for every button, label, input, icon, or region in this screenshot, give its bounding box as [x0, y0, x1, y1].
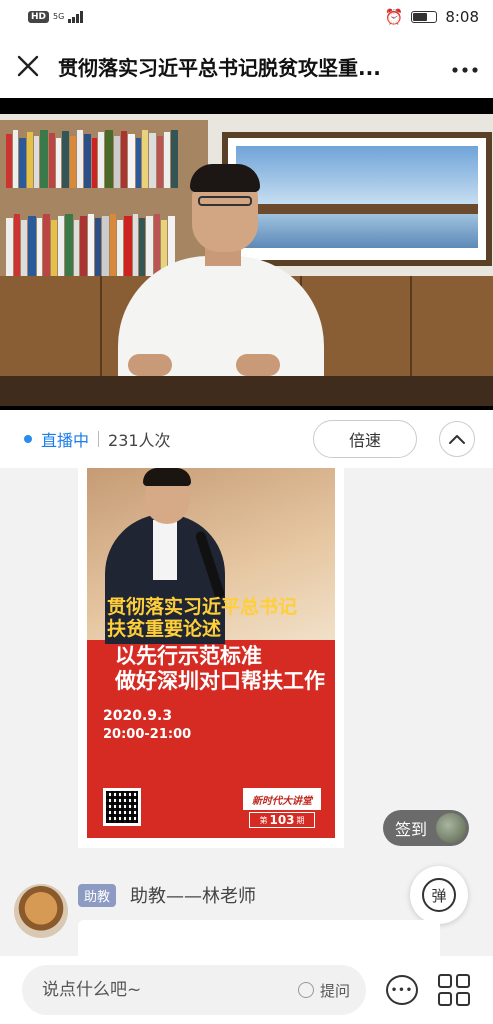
sender-name: 助教——林老师 — [130, 886, 256, 907]
poster-subheadline: 以先行示范标准 做好深圳对口帮扶工作 — [99, 644, 327, 694]
video-player[interactable] — [0, 98, 493, 410]
chat-content[interactable]: 贯彻落实习近平总书记 扶贫重要论述 以先行示范标准 做好深圳对口帮扶工作 202… — [0, 468, 493, 956]
program-logo: 新时代大讲堂 第 103 期 — [243, 788, 321, 828]
ask-label: 提问 — [319, 981, 350, 1000]
issue-suffix: 期 — [296, 815, 305, 825]
landscape-painting — [222, 132, 492, 266]
issue-prefix: 第 — [259, 815, 268, 825]
close-button[interactable] — [14, 52, 42, 80]
live-info-bar: 直播中 231人次 倍速 — [0, 410, 493, 468]
radio-icon[interactable] — [297, 982, 314, 998]
signal-icon — [68, 11, 84, 23]
poster-card[interactable]: 贯彻落实习近平总书记 扶贫重要论述 以先行示范标准 做好深圳对口帮扶工作 202… — [78, 468, 344, 848]
poster-time: 20:00-21:00 — [103, 727, 192, 742]
event-poster: 贯彻落实习近平总书记 扶贫重要论述 以先行示范标准 做好深圳对口帮扶工作 202… — [87, 468, 335, 838]
playback-speed-button[interactable]: 倍速 — [313, 420, 417, 458]
status-left: HD 5G — [28, 11, 84, 23]
live-status: 直播中 — [41, 431, 90, 450]
grid-icon — [438, 974, 452, 988]
close-icon — [17, 55, 39, 77]
battery-icon — [411, 11, 438, 23]
poster-headline: 贯彻落实习近平总书记 扶贫重要论述 — [99, 596, 327, 640]
message-bubble — [78, 920, 440, 956]
live-indicator-icon — [24, 435, 32, 443]
comment-input[interactable] — [42, 980, 252, 1000]
chat-message: 助教 助教——林老师 — [14, 882, 493, 956]
more-features-button[interactable] — [438, 974, 470, 1006]
divider — [98, 431, 100, 447]
poster-subheadline-line2: 做好深圳对口帮扶工作 — [115, 669, 325, 693]
checkin-label: 签到 — [395, 820, 428, 839]
ask-question-toggle[interactable]: 提问 — [297, 980, 350, 1001]
poster-date: 2020.9.3 — [103, 708, 173, 724]
role-badge: 助教 — [78, 884, 117, 907]
issue-badge: 第 103 期 — [249, 812, 315, 828]
viewer-count: 231人次 — [108, 431, 171, 450]
checkin-avatar — [436, 813, 466, 843]
collapse-button[interactable] — [439, 421, 475, 457]
poster-headline-line1: 贯彻落实习近平总书记 — [107, 596, 298, 618]
poster-subheadline-line1: 以先行示范标准 — [115, 644, 262, 668]
page-title: 贯彻落实习近平总书记脱贫攻坚重... — [58, 55, 381, 80]
chat-bubble-icon: ••• — [390, 984, 414, 996]
more-button[interactable] — [451, 52, 479, 80]
qr-code-icon — [103, 788, 141, 826]
avatar[interactable] — [14, 884, 68, 938]
comment-input-box[interactable]: 提问 — [22, 965, 366, 1015]
poster-headline-line2: 扶贫重要论述 — [107, 618, 222, 640]
alarm-icon: ⏰ — [384, 8, 404, 26]
more-icon — [452, 67, 478, 73]
status-bar: HD 5G ⏰ 8:08 — [0, 0, 493, 34]
network-type: 5G — [53, 12, 65, 21]
video-frame — [0, 114, 493, 406]
checkin-button[interactable]: 签到 — [383, 810, 469, 846]
title-bar: 贯彻落实习近平总书记脱贫攻坚重... — [0, 34, 493, 98]
chevron-up-icon — [449, 435, 465, 444]
status-right: ⏰ 8:08 — [385, 8, 479, 26]
issue-number: 103 — [269, 813, 295, 827]
clock: 8:08 — [445, 8, 479, 26]
hd-badge: HD — [28, 11, 50, 23]
program-logo-text: 新时代大讲堂 — [243, 788, 321, 810]
chat-button[interactable]: ••• — [386, 975, 418, 1005]
bottom-bar: 提问 ••• — [0, 956, 493, 1024]
